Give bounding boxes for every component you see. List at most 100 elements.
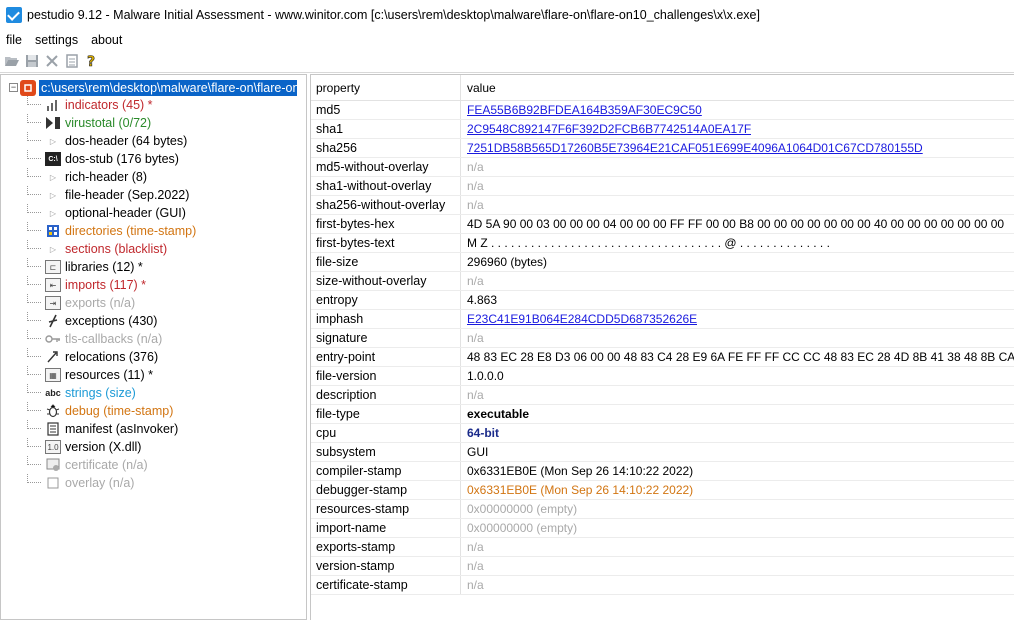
tree-item-sections[interactable]: ▷ sections (blacklist) bbox=[1, 240, 306, 258]
property-value: 0x6331EB0E (Mon Sep 26 14:10:22 2022) bbox=[467, 464, 694, 478]
tree-item-directories[interactable]: directories (time-stamp) bbox=[1, 222, 306, 240]
property-row-subsystem[interactable]: subsystem GUI bbox=[311, 443, 1014, 462]
tree-item-label: resources (11) * bbox=[65, 368, 153, 382]
property-value: 0x6331EB0E (Mon Sep 26 14:10:22 2022) bbox=[467, 483, 694, 497]
tree-connector bbox=[27, 348, 41, 357]
triangle-icon: ▷ bbox=[49, 136, 57, 146]
tree-item-label: strings (size) bbox=[65, 386, 136, 400]
tree-connector bbox=[27, 150, 41, 159]
tree-item-overlay[interactable]: overlay (n/a) bbox=[1, 474, 306, 492]
property-row-compiler-stamp[interactable]: compiler-stamp 0x6331EB0E (Mon Sep 26 14:… bbox=[311, 462, 1014, 481]
tree-root[interactable]: − c:\users\rem\desktop\malware\flare-on\… bbox=[9, 79, 297, 96]
help-icon[interactable]: ? bbox=[84, 53, 100, 69]
property-row-certificate-stamp[interactable]: certificate-stamp n/a bbox=[311, 576, 1014, 595]
resources-icon: ▦ bbox=[45, 368, 61, 382]
property-row-debugger-stamp[interactable]: debugger-stamp 0x6331EB0E (Mon Sep 26 14:… bbox=[311, 481, 1014, 500]
collapse-icon[interactable]: − bbox=[9, 83, 18, 92]
property-row-description[interactable]: description n/a bbox=[311, 386, 1014, 405]
tree-item-imports[interactable]: ⇤ imports (117) * bbox=[1, 276, 306, 294]
tree-connector bbox=[27, 204, 41, 213]
tree-item-tls-callbacks[interactable]: tls-callbacks (n/a) bbox=[1, 330, 306, 348]
property-row-sha1-without-overlay[interactable]: sha1-without-overlay n/a bbox=[311, 177, 1014, 196]
tree-item-rich-header[interactable]: ▷ rich-header (8) bbox=[1, 168, 306, 186]
properties-pane[interactable]: property value md5 FEA55B6B92BFDEA164B359… bbox=[310, 74, 1014, 620]
tree-item-exceptions[interactable]: exceptions (430) bbox=[1, 312, 306, 330]
menu-settings[interactable]: settings bbox=[35, 33, 78, 47]
triangle-icon: ▷ bbox=[49, 190, 57, 200]
property-row-version-stamp[interactable]: version-stamp n/a bbox=[311, 557, 1014, 576]
tree-item-manifest[interactable]: manifest (asInvoker) bbox=[1, 420, 306, 438]
property-row-import-name[interactable]: import-name 0x00000000 (empty) bbox=[311, 519, 1014, 538]
save-icon[interactable] bbox=[24, 53, 40, 69]
property-row-resources-stamp[interactable]: resources-stamp 0x00000000 (empty) bbox=[311, 500, 1014, 519]
menu-file[interactable]: file bbox=[6, 33, 22, 47]
tree-item-libraries[interactable]: ⊏ libraries (12) * bbox=[1, 258, 306, 276]
column-header-property[interactable]: property bbox=[311, 75, 461, 100]
property-row-size-without-overlay[interactable]: size-without-overlay n/a bbox=[311, 272, 1014, 291]
tree-item-dos-stub[interactable]: C:\ dos-stub (176 bytes) bbox=[1, 150, 306, 168]
close-icon[interactable] bbox=[44, 53, 60, 69]
property-row-sha256-without-overlay[interactable]: sha256-without-overlay n/a bbox=[311, 196, 1014, 215]
toolbar: ? bbox=[0, 50, 1014, 72]
virustotal-icon bbox=[45, 116, 61, 130]
tree-connector bbox=[27, 114, 41, 123]
tree-item-label: optional-header (GUI) bbox=[65, 206, 186, 220]
property-row-entry-point[interactable]: entry-point 48 83 EC 28 E8 D3 06 00 00 48… bbox=[311, 348, 1014, 367]
property-row-md5-without-overlay[interactable]: md5-without-overlay n/a bbox=[311, 158, 1014, 177]
tree-item-resources[interactable]: ▦ resources (11) * bbox=[1, 366, 306, 384]
tree-connector bbox=[27, 438, 41, 447]
list-icon[interactable] bbox=[64, 53, 80, 69]
directories-icon bbox=[45, 224, 61, 238]
pestudio-app-icon bbox=[6, 7, 22, 23]
tls-icon bbox=[45, 332, 61, 346]
property-row-file-type[interactable]: file-type executable bbox=[311, 405, 1014, 424]
property-row-file-version[interactable]: file-version 1.0.0.0 bbox=[311, 367, 1014, 386]
property-row-exports-stamp[interactable]: exports-stamp n/a bbox=[311, 538, 1014, 557]
tree-item-exports[interactable]: ⇥ exports (n/a) bbox=[1, 294, 306, 312]
column-header-value[interactable]: value bbox=[461, 75, 496, 100]
tree-pane[interactable]: − c:\users\rem\desktop\malware\flare-on\… bbox=[0, 74, 307, 620]
tree-item-strings[interactable]: abc strings (size) bbox=[1, 384, 306, 402]
tree-connector bbox=[27, 258, 41, 267]
property-value[interactable]: E23C41E91B064E284CDD5D687352626E bbox=[461, 310, 697, 328]
tree-item-optional-header[interactable]: ▷ optional-header (GUI) bbox=[1, 204, 306, 222]
tree-item-label: relocations (376) bbox=[65, 350, 159, 364]
property-value: 48 83 EC 28 E8 D3 06 00 00 48 83 C4 28 E… bbox=[467, 350, 1014, 364]
tree-connector bbox=[27, 96, 41, 105]
tree-item-label: imports (117) * bbox=[65, 278, 147, 292]
tree-item-certificate[interactable]: certificate (n/a) bbox=[1, 456, 306, 474]
property-name: file-type bbox=[311, 405, 461, 423]
property-name: import-name bbox=[311, 519, 461, 537]
property-value: 4D 5A 90 00 03 00 00 00 04 00 00 00 FF F… bbox=[467, 217, 1005, 231]
property-row-first-bytes-text[interactable]: first-bytes-text M Z . . . . . . . . . . … bbox=[311, 234, 1014, 253]
property-name: subsystem bbox=[311, 443, 461, 461]
property-row-sha256[interactable]: sha256 7251DB58B565D17260B5E73964E21CAF05… bbox=[311, 139, 1014, 158]
tree-item-virustotal[interactable]: virustotal (0/72) bbox=[1, 114, 306, 132]
tree-root-label[interactable]: c:\users\rem\desktop\malware\flare-on\fl… bbox=[39, 79, 297, 96]
tree-item-dos-header[interactable]: ▷ dos-header (64 bytes) bbox=[1, 132, 306, 150]
open-icon[interactable] bbox=[4, 53, 20, 69]
property-row-entropy[interactable]: entropy 4.863 bbox=[311, 291, 1014, 310]
property-row-imphash[interactable]: imphash E23C41E91B064E284CDD5D687352626E bbox=[311, 310, 1014, 329]
menu-about[interactable]: about bbox=[91, 33, 122, 47]
property-row-sha1[interactable]: sha1 2C9548C892147F6F392D2FCB6B7742514A0E… bbox=[311, 120, 1014, 139]
property-name: sha1 bbox=[311, 120, 461, 138]
tree-item-relocations[interactable]: relocations (376) bbox=[1, 348, 306, 366]
bar-chart-icon bbox=[45, 98, 61, 112]
property-name: first-bytes-hex bbox=[311, 215, 461, 233]
tree-item-file-header[interactable]: ▷ file-header (Sep.2022) bbox=[1, 186, 306, 204]
property-name: certificate-stamp bbox=[311, 576, 461, 594]
property-row-first-bytes-hex[interactable]: first-bytes-hex 4D 5A 90 00 03 00 00 00 0… bbox=[311, 215, 1014, 234]
tree-item-indicators[interactable]: indicators (45) * bbox=[1, 96, 306, 114]
imports-icon: ⇤ bbox=[45, 278, 61, 292]
tree-item-debug[interactable]: debug (time-stamp) bbox=[1, 402, 306, 420]
property-value[interactable]: 7251DB58B565D17260B5E73964E21CAF051E699E… bbox=[461, 139, 923, 157]
property-row-signature[interactable]: signature n/a bbox=[311, 329, 1014, 348]
property-row-cpu[interactable]: cpu 64-bit bbox=[311, 424, 1014, 443]
property-row-file-size[interactable]: file-size 296960 (bytes) bbox=[311, 253, 1014, 272]
property-value[interactable]: FEA55B6B92BFDEA164B359AF30EC9C50 bbox=[461, 101, 702, 119]
property-value[interactable]: 2C9548C892147F6F392D2FCB6B7742514A0EA17F bbox=[461, 120, 751, 138]
tree-item-version[interactable]: 1.0 version (X.dll) bbox=[1, 438, 306, 456]
property-row-md5[interactable]: md5 FEA55B6B92BFDEA164B359AF30EC9C50 bbox=[311, 101, 1014, 120]
tree-connector bbox=[27, 402, 41, 411]
